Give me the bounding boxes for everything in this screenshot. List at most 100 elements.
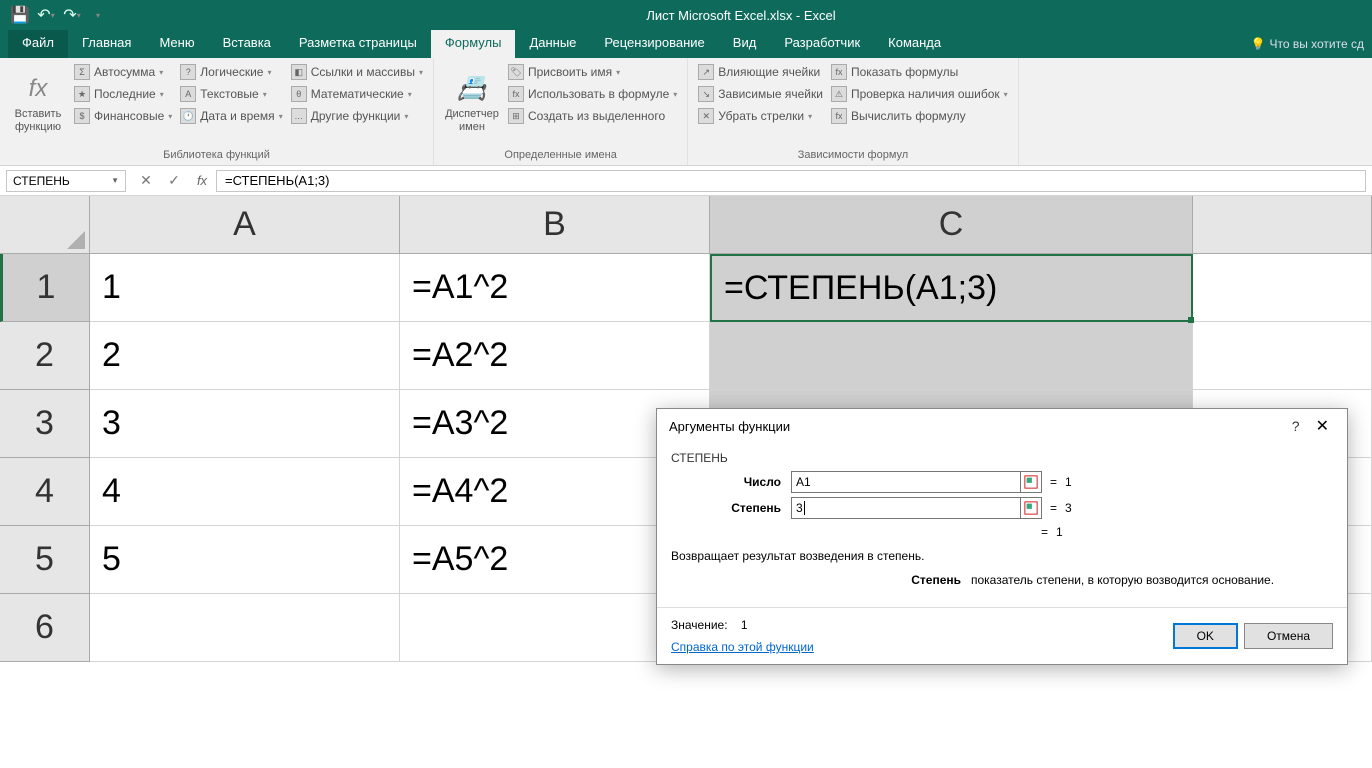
cell-b1[interactable]: =A1^2 (400, 254, 710, 322)
redo-icon[interactable]: ↷▾ (60, 3, 84, 27)
cancel-formula-button[interactable]: ✕ (132, 172, 160, 189)
save-icon[interactable]: 💾 (8, 3, 32, 27)
value-label: Значение: (671, 618, 728, 632)
show-formulas-button[interactable]: fxПоказать формулы (827, 62, 1012, 82)
evaluate-formula-button[interactable]: fxВычислить формулу (827, 106, 1012, 126)
cell-rest-1[interactable] (1193, 254, 1372, 322)
column-header-rest[interactable] (1193, 196, 1372, 254)
row-header-4[interactable]: 4 (0, 458, 90, 526)
cell-a4[interactable]: 4 (90, 458, 400, 526)
column-header-b[interactable]: B (400, 196, 710, 254)
cell-a5[interactable]: 5 (90, 526, 400, 594)
tab-menu[interactable]: Меню (145, 30, 208, 58)
tab-file[interactable]: Файл (8, 30, 68, 58)
qat-customize-icon[interactable]: ▾ (86, 3, 110, 27)
logical-button[interactable]: ?Логические ▾ (176, 62, 286, 82)
fx-icon: fx (29, 75, 48, 104)
insert-function-button[interactable]: fx Вставить функцию (6, 62, 70, 147)
arg1-result: 1 (1065, 475, 1072, 489)
group-label-defined-names: Определенные имена (440, 147, 681, 165)
arg1-input[interactable]: A1 (791, 471, 1021, 493)
error-checking-button[interactable]: ⚠Проверка наличия ошибок ▾ (827, 84, 1012, 104)
remove-arrows-button[interactable]: ✕Убрать стрелки ▾ (694, 106, 827, 126)
cell-a2[interactable]: 2 (90, 322, 400, 390)
date-time-button[interactable]: 🕐Дата и время ▾ (176, 106, 286, 126)
row-header-3[interactable]: 3 (0, 390, 90, 458)
use-in-formula-button[interactable]: fxИспользовать в формуле ▾ (504, 84, 681, 104)
tab-data[interactable]: Данные (515, 30, 590, 58)
name-manager-button[interactable]: 📇 Диспетчер имен (440, 62, 504, 147)
row-header-1[interactable]: 1 (0, 254, 90, 322)
cell-a6[interactable] (90, 594, 400, 662)
more-functions-button[interactable]: …Другие функции ▾ (287, 106, 427, 126)
create-from-selection-button[interactable]: ⊞Создать из выделенного (504, 106, 681, 126)
name-manager-icon: 📇 (457, 75, 487, 104)
trace-dependents-button[interactable]: ↘Зависимые ячейки (694, 84, 827, 104)
tab-formulas[interactable]: Формулы (431, 30, 516, 58)
cell-c2[interactable] (710, 322, 1193, 390)
tab-insert[interactable]: Вставка (209, 30, 285, 58)
row-header-2[interactable]: 2 (0, 322, 90, 390)
column-header-a[interactable]: A (90, 196, 400, 254)
preview-result: 1 (1056, 525, 1063, 539)
money-icon: $ (74, 108, 90, 124)
row-header-5[interactable]: 5 (0, 526, 90, 594)
window-title: Лист Microsoft Excel.xlsx - Excel (110, 8, 1372, 23)
select-all-corner[interactable] (0, 196, 90, 254)
lightbulb-icon: 💡 (1251, 37, 1266, 51)
fx-small-icon: fx (508, 86, 524, 102)
trace-precedents-button[interactable]: ↗Влияющие ячейки (694, 62, 827, 82)
sigma-icon: Σ (74, 64, 90, 80)
column-header-c[interactable]: C (710, 196, 1193, 254)
precedents-icon: ↗ (698, 64, 714, 80)
math-button[interactable]: θМатематические ▾ (287, 84, 427, 104)
fx-button[interactable]: fx (188, 173, 216, 188)
define-name-button[interactable]: 🏷Присвоить имя ▾ (504, 62, 681, 82)
group-label-library: Библиотека функций (6, 147, 427, 165)
close-icon[interactable]: ✕ (1310, 416, 1335, 436)
text-button[interactable]: AТекстовые ▾ (176, 84, 286, 104)
tell-me-input[interactable]: 💡 Что вы хотите сд (1251, 30, 1372, 58)
tag-icon: 🏷 (508, 64, 524, 80)
remove-arrows-icon: ✕ (698, 108, 714, 124)
recently-used-button[interactable]: ★Последние ▾ (70, 84, 176, 104)
ok-button[interactable]: OK (1173, 623, 1238, 649)
arg2-input[interactable]: 3 (791, 497, 1021, 519)
tab-page-layout[interactable]: Разметка страницы (285, 30, 431, 58)
dependents-icon: ↘ (698, 86, 714, 102)
cancel-button[interactable]: Отмена (1244, 623, 1333, 649)
cell-rest-2[interactable] (1193, 322, 1372, 390)
tab-team[interactable]: Команда (874, 30, 955, 58)
group-label-auditing: Зависимости формул (694, 147, 1011, 165)
cell-b2[interactable]: =A2^2 (400, 322, 710, 390)
cell-a1[interactable]: 1 (90, 254, 400, 322)
arg1-label: Число (671, 475, 791, 489)
row-header-6[interactable]: 6 (0, 594, 90, 662)
tab-review[interactable]: Рецензирование (590, 30, 718, 58)
grid-icon: ⊞ (508, 108, 524, 124)
tab-developer[interactable]: Разработчик (770, 30, 874, 58)
function-name-label: СТЕПЕНЬ (671, 451, 1333, 465)
value-result: 1 (741, 618, 748, 632)
tab-home[interactable]: Главная (68, 30, 145, 58)
arg1-range-button[interactable] (1020, 471, 1042, 493)
enter-formula-button[interactable]: ✓ (160, 172, 188, 189)
question-icon: ? (180, 64, 196, 80)
function-help-link[interactable]: Справка по этой функции (671, 640, 814, 654)
arg2-range-button[interactable] (1020, 497, 1042, 519)
lookup-button[interactable]: ◧Ссылки и массивы ▾ (287, 62, 427, 82)
name-box[interactable]: СТЕПЕНЬ ▼ (6, 170, 126, 192)
formula-input[interactable]: =СТЕПЕНЬ(A1;3) (216, 170, 1366, 192)
financial-button[interactable]: $Финансовые ▾ (70, 106, 176, 126)
clock-icon: 🕐 (180, 108, 196, 124)
function-arguments-dialog: Аргументы функции ? ✕ СТЕПЕНЬ Число A1 =… (656, 408, 1348, 665)
arg2-label: Степень (671, 501, 791, 515)
tab-view[interactable]: Вид (719, 30, 771, 58)
autosum-button[interactable]: ΣАвтосумма ▾ (70, 62, 176, 82)
cell-c1[interactable]: =СТЕПЕНЬ(A1;3) (710, 254, 1193, 322)
chevron-down-icon[interactable]: ▼ (111, 176, 119, 185)
undo-icon[interactable]: ↶▾ (34, 3, 58, 27)
arg2-result: 3 (1065, 501, 1072, 515)
cell-a3[interactable]: 3 (90, 390, 400, 458)
dialog-help-button[interactable]: ? (1282, 418, 1310, 434)
